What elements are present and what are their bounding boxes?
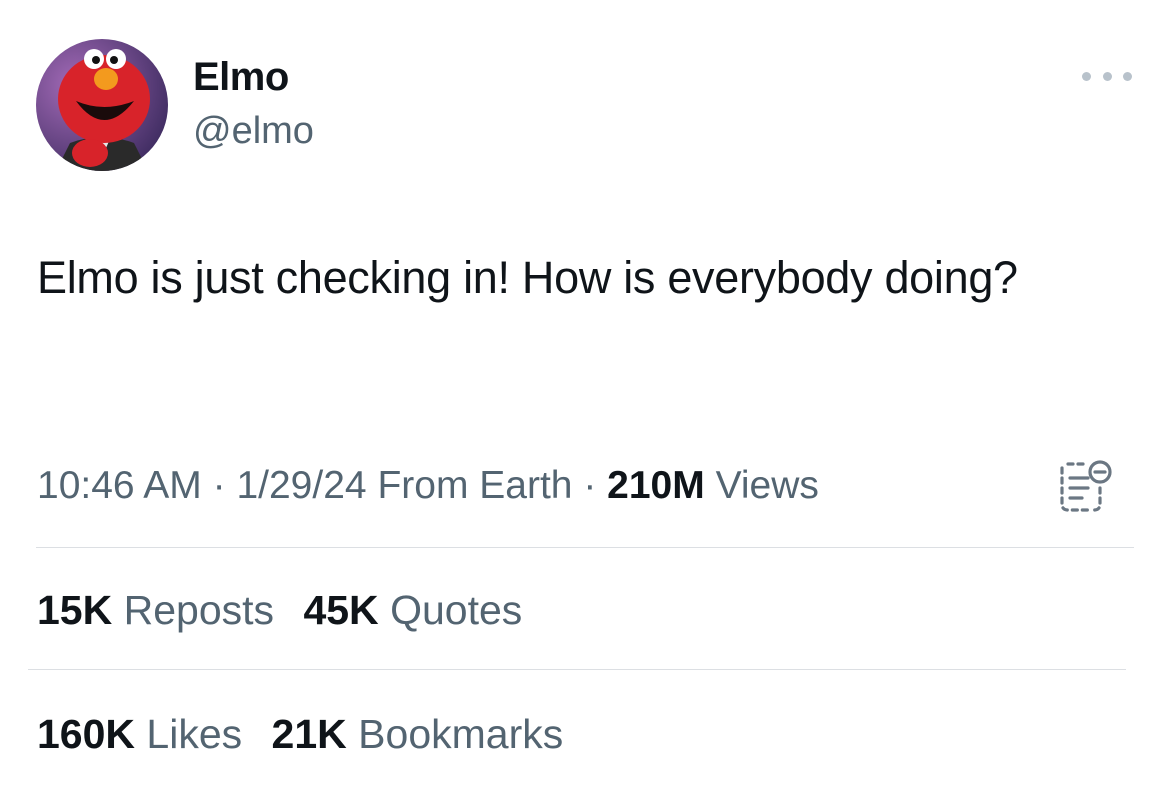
views-label: Views [715,464,819,507]
notes-icon-graphic [1060,460,1112,512]
bookmarks-link[interactable]: 21K Bookmarks [272,711,564,757]
community-notes-icon[interactable] [1058,458,1112,514]
separator: · [212,464,226,507]
elmo-avatar-image [36,39,168,171]
tweet-time[interactable]: 10:46 AM [37,464,202,507]
avatar[interactable] [36,39,168,171]
user-handle[interactable]: @elmo [193,108,314,154]
bookmarks-count: 21K [271,711,347,757]
dot [1102,71,1112,81]
more-options-icon[interactable] [1082,64,1132,88]
tweet-location: From Earth [377,464,573,507]
views-count: 210M [607,464,705,507]
likes-label: Likes [146,711,243,757]
tweet-text: Elmo is just checking in! How is everybo… [37,252,1018,303]
engagement-row-1: 15K Reposts 45K Quotes [37,585,540,635]
quotes-count: 45K [303,587,379,633]
dot [1123,71,1132,81]
reposts-count: 15K [37,587,113,633]
separator: · [583,464,597,507]
engagement-row-2: 160K Likes 21K Bookmarks [37,709,581,759]
tweet-metadata: 10:46 AM · 1/29/24 From Earth · 210M Vie… [37,461,819,511]
divider [28,669,1126,670]
display-name[interactable]: Elmo [193,54,289,100]
reposts-label: Reposts [123,587,275,633]
quotes-label: Quotes [390,587,523,633]
tweet-date[interactable]: 1/29/24 [236,464,366,507]
likes-count: 160K [37,711,136,757]
bookmarks-label: Bookmarks [358,711,564,757]
likes-link[interactable]: 160K Likes [37,711,242,757]
reposts-link[interactable]: 15K Reposts [37,587,274,633]
divider [36,547,1134,548]
dot [1082,71,1091,81]
quotes-link[interactable]: 45K Quotes [303,587,522,633]
